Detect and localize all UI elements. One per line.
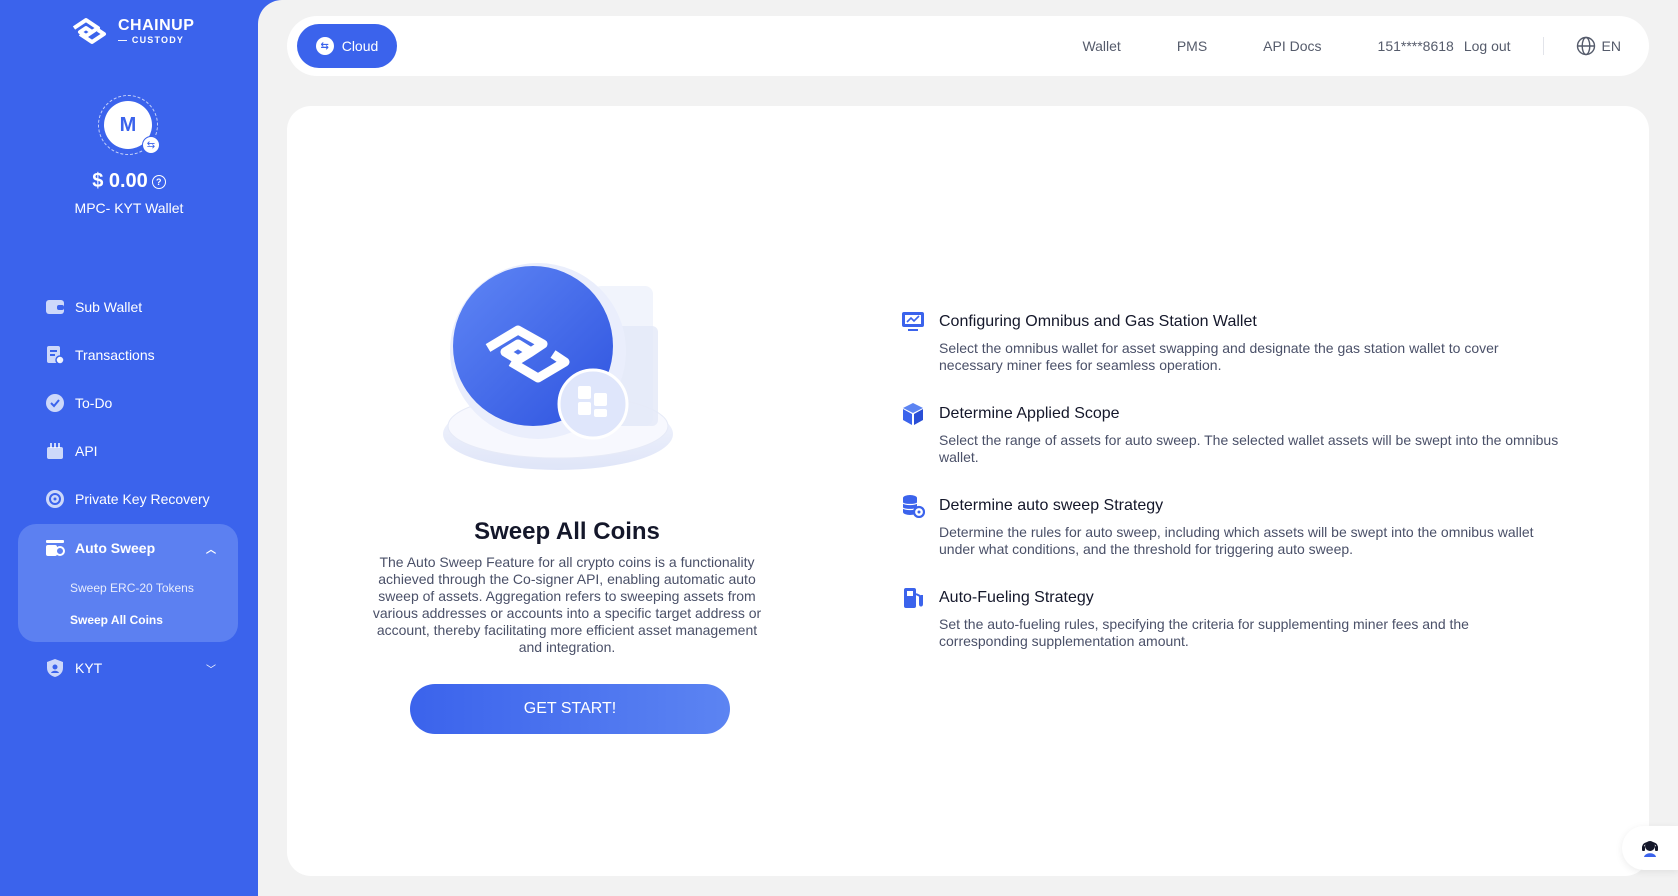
brand-name: CHAINUP	[118, 16, 195, 34]
sidebar-item-label: To-Do	[75, 395, 113, 411]
step-title: Determine Applied Scope	[939, 405, 1120, 422]
database-gear-icon	[902, 495, 925, 518]
step-item: Auto-Fueling Strategy Set the auto-fueli…	[901, 588, 1561, 650]
steps-list: Configuring Omnibus and Gas Station Wall…	[901, 312, 1561, 680]
sidebar-item-label: Transactions	[75, 347, 155, 363]
page-title: Sweep All Coins	[474, 518, 660, 545]
language-selector[interactable]: EN	[1576, 36, 1621, 56]
user-id: 151****8618	[1377, 38, 1454, 54]
step-description: Select the omnibus wallet for asset swap…	[939, 340, 1499, 373]
monitor-icon	[902, 312, 924, 331]
balance-row: $ 0.00 ?	[0, 170, 258, 193]
sidebar-item-api[interactable]: API	[18, 427, 238, 475]
step-item: Configuring Omnibus and Gas Station Wall…	[901, 312, 1561, 374]
cloud-label: Cloud	[341, 38, 379, 54]
sidebar-item-private-key-recovery[interactable]: Private Key Recovery	[18, 475, 238, 523]
page-description: The Auto Sweep Feature for all crypto co…	[372, 554, 762, 655]
sidebar-item-label: API	[75, 443, 98, 459]
sweep-icon	[45, 538, 65, 558]
switch-icon: ⇆	[315, 37, 334, 55]
wallet-name: MPC- KYT Wallet	[74, 200, 184, 216]
divider	[1542, 37, 1544, 55]
globe-icon	[1576, 36, 1595, 56]
sidebar-item-label: Auto Sweep	[75, 540, 156, 556]
sidebar-item-label: KYT	[75, 660, 103, 676]
sidebar-nav: Sub Wallet Transactions To-Do API Privat…	[18, 283, 238, 692]
fuel-icon	[904, 588, 923, 608]
switch-wallet-icon[interactable]: ⇆	[142, 136, 160, 154]
shield-icon	[45, 658, 65, 678]
step-description: Set the auto-fueling rules, specifying t…	[939, 616, 1469, 649]
main-area: ⇆ Cloud Wallet PMS API Docs 151****8618 …	[258, 0, 1678, 896]
step-title: Auto-Fueling Strategy	[939, 589, 1094, 606]
sidebar-item-label: Sub Wallet	[75, 299, 143, 315]
step-item: Determine auto sweep Strategy Determine …	[901, 495, 1561, 558]
step-description: Select the range of assets for auto swee…	[939, 432, 1559, 465]
logout-link[interactable]: Log out	[1464, 38, 1511, 54]
cube-icon	[903, 403, 923, 425]
sidebar-item-label: Private Key Recovery	[75, 491, 210, 507]
content-card: Sweep All Coins The Auto Sweep Feature f…	[287, 106, 1649, 876]
sidebar-item-to-do[interactable]: To-Do	[18, 379, 238, 427]
language-label: EN	[1601, 38, 1621, 54]
step-title: Determine auto sweep Strategy	[939, 497, 1164, 514]
sidebar-subitem-sweep-erc20[interactable]: Sweep ERC-20 Tokens	[18, 572, 238, 604]
sidebar-item-sub-wallet[interactable]: Sub Wallet	[18, 283, 238, 331]
avatar[interactable]: M ⇆	[98, 95, 160, 155]
sidebar-item-transactions[interactable]: Transactions	[18, 331, 238, 379]
step-title: Configuring Omnibus and Gas Station Wall…	[939, 313, 1257, 330]
chainup-logo-icon	[72, 18, 106, 44]
check-icon	[45, 393, 65, 413]
top-bar: ⇆ Cloud Wallet PMS API Docs 151****8618 …	[287, 16, 1649, 76]
wallet-icon	[45, 297, 65, 317]
brand-logo[interactable]: CHAINUP — CUSTODY	[66, 16, 194, 46]
sweep-illustration	[433, 256, 683, 496]
step-description: Determine the rules for auto sweep, incl…	[939, 524, 1534, 557]
sidebar-subitem-sweep-all-coins[interactable]: Sweep All Coins	[18, 604, 238, 636]
sidebar-group-auto-sweep: Auto Sweep ︿ Sweep ERC-20 Tokens Sweep A…	[18, 524, 238, 642]
nav-link-wallet[interactable]: Wallet	[1082, 38, 1120, 54]
sidebar-item-auto-sweep[interactable]: Auto Sweep ︿	[18, 524, 238, 572]
get-start-button[interactable]: GET START!	[410, 684, 730, 734]
transactions-icon	[45, 345, 65, 365]
cloud-button[interactable]: ⇆ Cloud	[297, 24, 397, 68]
sidebar: CHAINUP — CUSTODY M ⇆ $ 0.00 ? MPC- KYT …	[0, 0, 258, 896]
chevron-down-icon[interactable]: ﹀	[206, 661, 216, 676]
customer-support-button[interactable]	[1622, 826, 1678, 870]
brand-sub: — CUSTODY	[118, 34, 185, 45]
sidebar-item-kyt[interactable]: KYT ﹀	[18, 644, 238, 692]
step-item: Determine Applied Scope Select the range…	[901, 403, 1561, 466]
nav-link-api-docs[interactable]: API Docs	[1263, 38, 1321, 54]
key-recovery-icon	[45, 489, 65, 509]
top-links: Wallet PMS API Docs 151****8618 Log out …	[1082, 16, 1621, 76]
chevron-up-icon[interactable]: ︿	[206, 541, 216, 556]
support-agent-icon	[1642, 841, 1658, 857]
api-icon	[45, 441, 65, 461]
balance-value: $ 0.00	[92, 170, 148, 192]
help-icon[interactable]: ?	[151, 174, 166, 189]
nav-link-pms[interactable]: PMS	[1177, 38, 1207, 54]
